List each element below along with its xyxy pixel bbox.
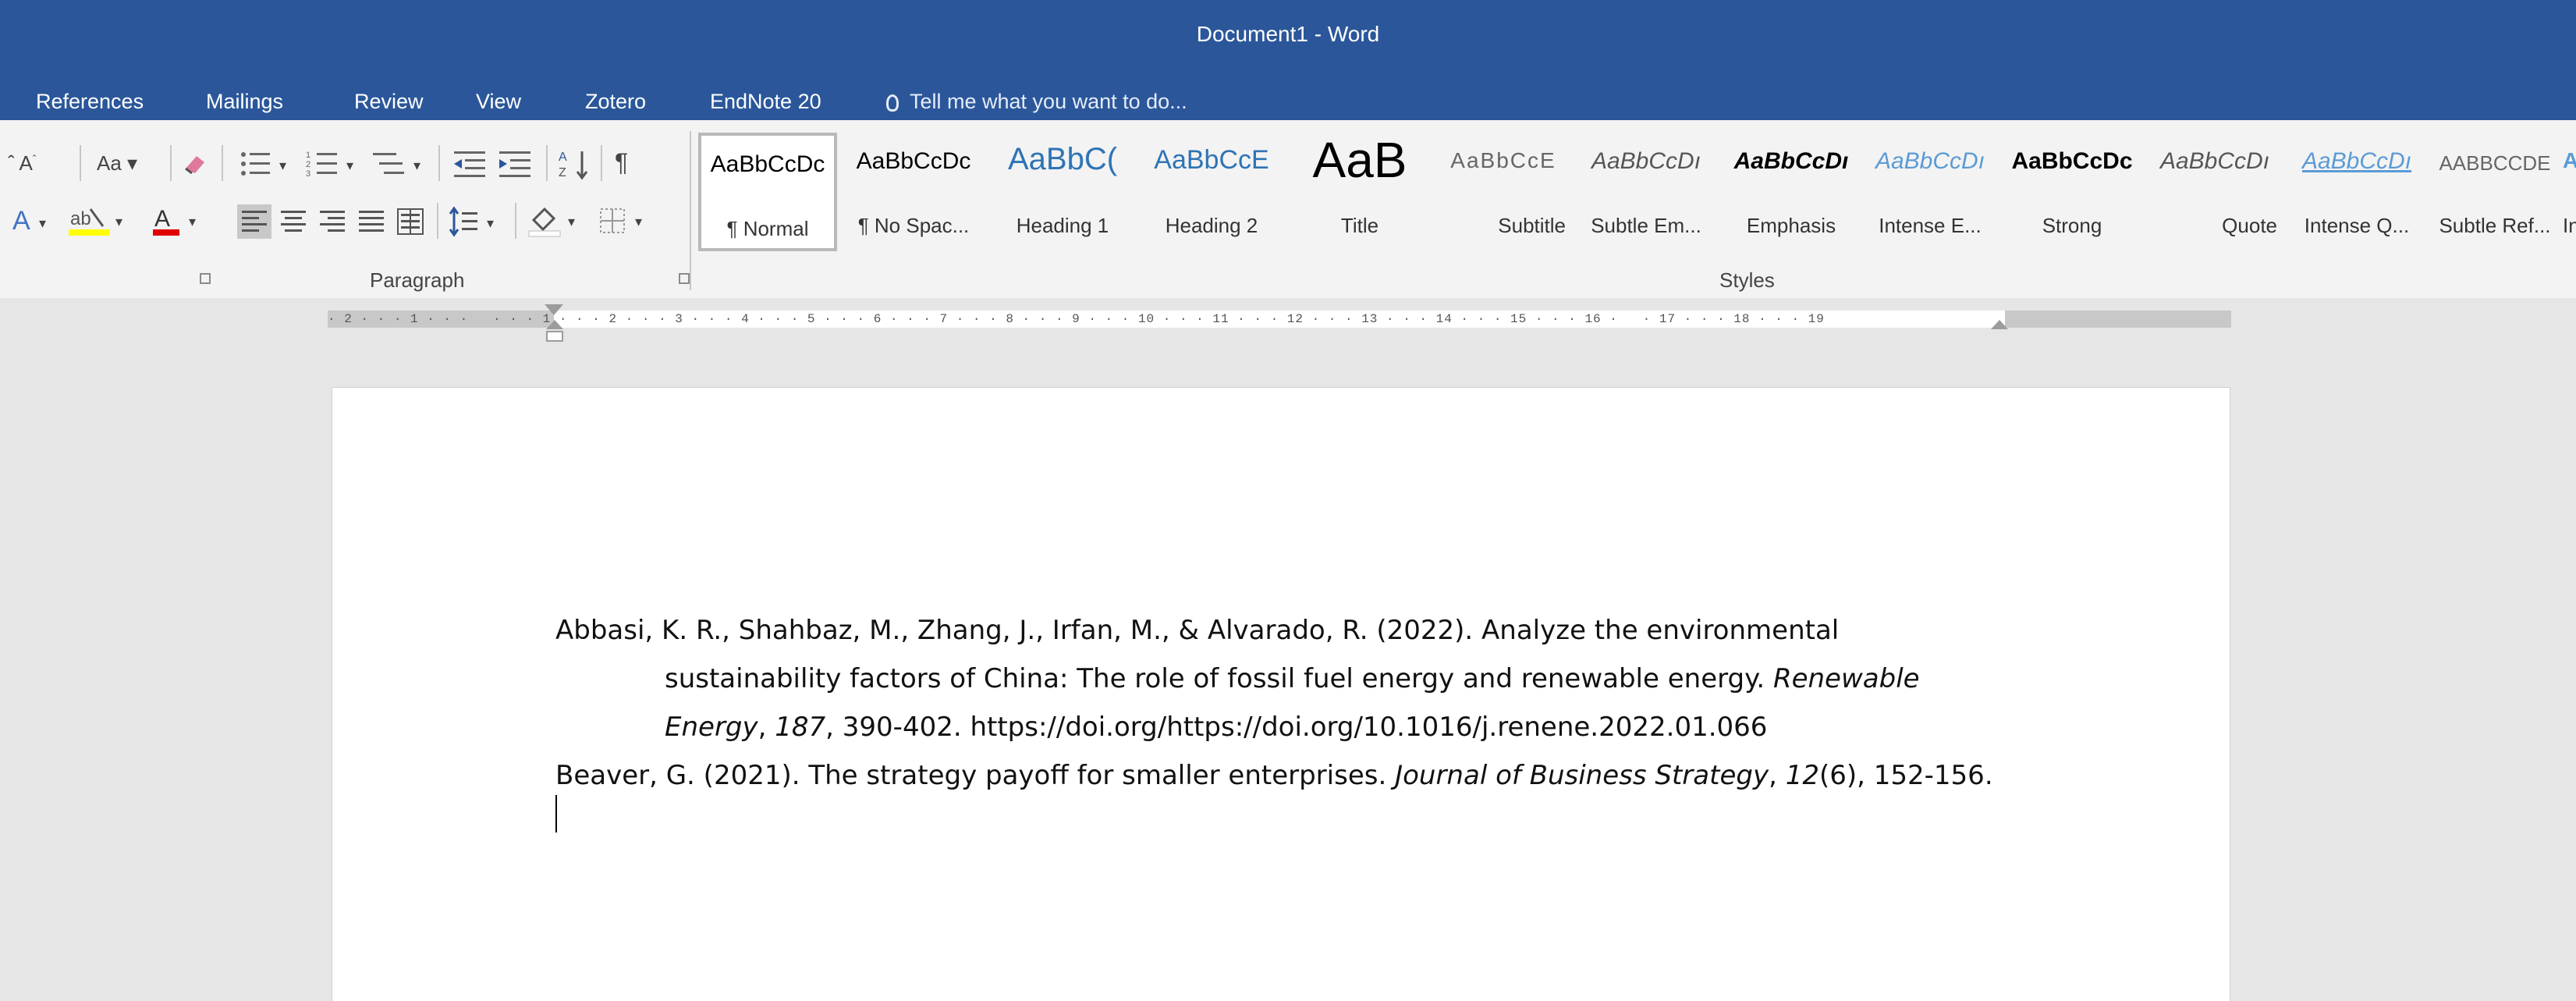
svg-text:A: A xyxy=(12,206,30,236)
borders-icon[interactable]: ▾ xyxy=(598,203,660,239)
style-heading-2[interactable]: AaBbCcE Heading 2 xyxy=(1140,133,1283,251)
style-heading-1[interactable]: AaBbC( Heading 1 xyxy=(988,133,1137,251)
sort-icon[interactable]: AZ xyxy=(559,147,593,181)
tab-review[interactable]: Review xyxy=(349,83,428,120)
text-cursor xyxy=(555,795,557,832)
title-bar: Document1 - Word xyxy=(0,0,2576,83)
paragraph-dialog-launcher-icon[interactable] xyxy=(679,273,690,284)
tab-mailings[interactable]: Mailings xyxy=(201,83,288,120)
svg-text:3: 3 xyxy=(306,169,310,179)
hanging-indent-marker[interactable] xyxy=(546,320,563,329)
line-spacing-icon[interactable]: ▾ xyxy=(448,204,507,239)
style-emphasis[interactable]: AaBbCcDı Emphasis xyxy=(1722,133,1861,251)
font-dialog-launcher-icon[interactable] xyxy=(200,273,211,284)
clear-formatting-icon[interactable] xyxy=(181,151,209,175)
svg-text:A: A xyxy=(559,151,567,164)
svg-text:▾: ▾ xyxy=(346,158,353,173)
style-intense-emphasis[interactable]: AaBbCcDı Intense E... xyxy=(1861,133,1999,251)
style-title[interactable]: AaB Title xyxy=(1286,132,1433,251)
highlight-color-icon[interactable]: ab ▾ xyxy=(67,203,137,239)
svg-text:A: A xyxy=(154,206,170,232)
svg-text:▾: ▾ xyxy=(635,214,642,229)
style-intense-quote[interactable]: AaBbCcDı Intense Q... xyxy=(2287,133,2427,251)
tell-me-placeholder: Tell me what you want to do... xyxy=(910,90,1187,113)
numbering-icon[interactable]: 1 2 3 ▾ xyxy=(306,148,365,179)
multilevel-list-icon[interactable]: ▾ xyxy=(373,148,432,179)
document-page[interactable]: Abbasi, K. R., Shahbaz, M., Zhang, J., I… xyxy=(332,388,2230,1001)
reference-entry: Abbasi, K. R., Shahbaz, M., Zhang, J., I… xyxy=(555,615,1920,743)
svg-text:▾: ▾ xyxy=(39,215,46,231)
justify-icon[interactable] xyxy=(354,204,389,239)
show-hide-icon[interactable]: ¶ xyxy=(615,148,628,177)
svg-text:▾: ▾ xyxy=(487,215,494,231)
tell-me-box[interactable]: Tell me what you want to do... xyxy=(886,83,1187,120)
text-effects-icon[interactable]: A ▾ xyxy=(11,206,58,237)
style-subtle-reference[interactable]: AABBCCDE Subtle Ref... xyxy=(2429,133,2561,251)
svg-text:2: 2 xyxy=(306,160,310,169)
style-quote[interactable]: AaBbCcDı Quote xyxy=(2145,133,2285,251)
svg-text:▾: ▾ xyxy=(115,214,122,229)
styles-gallery: AaBbCcDc ¶ Normal AaBbCcDc ¶ No Spac... … xyxy=(698,132,2576,251)
align-left-icon[interactable] xyxy=(237,204,271,239)
svg-text:▾: ▾ xyxy=(413,158,420,173)
increase-indent-icon[interactable] xyxy=(496,148,534,179)
ruler-labels: · 2 · · · 1 · · · · · · 1 · · · 2 · · · … xyxy=(328,312,1825,326)
style-no-spacing[interactable]: AaBbCcDc ¶ No Spac... xyxy=(842,133,985,251)
distributed-icon[interactable] xyxy=(393,204,428,239)
svg-text:1: 1 xyxy=(306,151,310,160)
left-indent-marker[interactable] xyxy=(546,331,563,342)
tab-endnote[interactable]: EndNote 20 xyxy=(705,83,826,120)
window-title: Document1 - Word xyxy=(1196,22,1380,46)
font-color-icon[interactable]: A ▾ xyxy=(151,203,214,239)
tab-view[interactable]: View xyxy=(471,83,526,120)
reference-entry: Beaver, G. (2021). The strategy payoff f… xyxy=(555,760,1993,791)
tab-zotero[interactable]: Zotero xyxy=(580,83,651,120)
grow-font-icon[interactable]: ˆ Aˆ xyxy=(8,151,36,176)
svg-text:▾: ▾ xyxy=(568,214,575,229)
align-center-icon[interactable] xyxy=(276,204,310,239)
lightbulb-icon xyxy=(886,94,899,112)
tab-references[interactable]: References xyxy=(31,83,148,120)
svg-text:▾: ▾ xyxy=(279,158,286,173)
svg-text:Z: Z xyxy=(559,166,566,179)
ribbon-home: ˆ Aˆ Aa ▾ A▾ ab▾ A▾ ▾ 123▾ ▾ AZ ¶ xyxy=(0,120,2576,300)
style-subtle-emphasis[interactable]: AaBbCcDı Subtle Em... xyxy=(1572,133,1720,251)
bullets-icon[interactable]: ▾ xyxy=(239,148,298,179)
align-right-icon[interactable] xyxy=(315,204,349,239)
svg-text:▾: ▾ xyxy=(189,214,196,229)
ruler-area: · 2 · · · 1 · · · · · · 1 · · · 2 · · · … xyxy=(0,298,2576,343)
style-intense-reference[interactable]: AA Inte xyxy=(2563,133,2576,251)
style-strong[interactable]: AaBbCcDc Strong xyxy=(1999,133,2145,251)
horizontal-ruler[interactable]: · 2 · · · 1 · · · · · · 1 · · · 2 · · · … xyxy=(328,311,2231,328)
change-case-button[interactable]: Aa ▾ xyxy=(97,151,137,176)
paragraph-group-label: Paragraph xyxy=(370,268,465,292)
ribbon-tabs: References Mailings Review View Zotero E… xyxy=(0,83,2576,120)
first-line-indent-marker[interactable] xyxy=(545,304,563,315)
style-normal[interactable]: AaBbCcDc ¶ Normal xyxy=(698,133,837,251)
styles-group-label: Styles xyxy=(1719,268,1775,292)
style-subtitle[interactable]: AaBbCcE Subtitle xyxy=(1436,133,1570,251)
shading-icon[interactable]: ▾ xyxy=(527,203,590,239)
svg-text:ab: ab xyxy=(70,208,91,229)
decrease-indent-icon[interactable] xyxy=(451,148,488,179)
right-indent-marker[interactable] xyxy=(1991,320,2008,329)
